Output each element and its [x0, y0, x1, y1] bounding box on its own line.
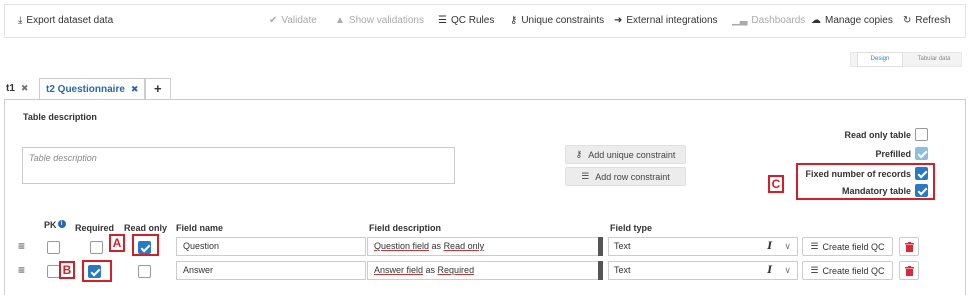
toolbar: ⤓ Export dataset data ✔ Validate ▲ Show … [4, 4, 966, 38]
table-description-label: Table description [23, 112, 97, 122]
download-icon: ⤓ [18, 14, 23, 26]
refresh-icon: ↻ [903, 14, 912, 26]
field-description-input[interactable]: Answer field as Required [367, 261, 599, 280]
tab-t2-questionnaire[interactable]: t2 Questionnaire ✖ [39, 78, 146, 100]
create-field-qc-button[interactable]: ☰ Create field QC [802, 261, 893, 280]
key-icon: ⚷ [575, 149, 583, 159]
create-field-qc-button[interactable]: ☰ Create field QC [802, 237, 893, 256]
refresh-button[interactable]: ↻ Refresh [903, 15, 950, 26]
field-type-select[interactable]: Text I ∨ [608, 237, 798, 256]
drag-handle-icon[interactable]: ≡ [18, 239, 25, 253]
export-dataset-button[interactable]: ⤓ Export dataset data [18, 15, 113, 26]
italic-icon: I [767, 241, 772, 252]
drag-handle-icon[interactable]: ≡ [18, 263, 25, 277]
resize-handle[interactable] [598, 237, 603, 256]
chevron-down-icon: ∨ [784, 265, 791, 275]
annotation-c-label: C [768, 175, 784, 193]
field-name-input[interactable]: Answer [176, 261, 366, 280]
chart-icon: ▁▃ [732, 14, 748, 26]
annotation-b-label: B [59, 261, 75, 279]
read-only-table-option: Read only table [844, 128, 928, 141]
trash-icon [904, 241, 914, 252]
trash-icon [904, 265, 914, 276]
add-unique-constraint-button[interactable]: ⚷ Add unique constraint [565, 145, 686, 164]
sliders-icon: ☰ [810, 265, 819, 275]
view-toggle: Design Tabular data [850, 52, 962, 67]
show-validations-button[interactable]: ▲ Show validations [335, 15, 424, 26]
close-icon[interactable]: ✖ [131, 84, 139, 94]
sliders-icon: ☰ [810, 241, 819, 251]
required-checkbox[interactable] [90, 241, 103, 254]
field-description-column-header: Field description [369, 223, 442, 233]
sliders-icon: ☰ [581, 171, 590, 181]
required-column-header: Required [75, 223, 115, 233]
qc-rules-button[interactable]: ☰ QC Rules [438, 15, 494, 26]
delete-field-button[interactable] [899, 261, 919, 280]
field-name-input[interactable]: Question [176, 237, 366, 256]
italic-icon: I [767, 265, 772, 276]
dashboards-button[interactable]: ▁▃ Dashboards [732, 15, 805, 26]
info-icon[interactable]: i [57, 220, 66, 228]
cloud-icon: ☁ [811, 14, 821, 26]
manage-copies-button[interactable]: ☁ Manage copies [811, 15, 893, 26]
field-type-column-header: Field type [610, 223, 653, 233]
pk-checkbox[interactable] [47, 241, 60, 254]
chevron-down-icon: ∨ [784, 241, 791, 251]
read-only-column-header: Read only [124, 223, 168, 233]
warning-icon: ▲ [335, 14, 345, 26]
design-view-button[interactable]: Design [857, 52, 903, 67]
key-icon: ⚷ [510, 14, 518, 26]
prefilled-checkbox[interactable] [915, 147, 928, 160]
field-description-input[interactable]: Question field as Read only [367, 237, 599, 256]
tab-t1[interactable]: t1 ✖ [6, 78, 28, 100]
read-only-table-checkbox[interactable] [915, 128, 928, 141]
close-icon[interactable]: ✖ [21, 83, 29, 93]
annotation-c-box [796, 163, 935, 200]
annotation-a-label: A [109, 234, 125, 252]
unique-constraints-button[interactable]: ⚷ Unique constraints [510, 15, 604, 26]
delete-field-button[interactable] [899, 237, 919, 256]
resize-handle[interactable] [598, 261, 603, 280]
table-description-input[interactable]: Table description [22, 147, 455, 184]
sign-in-icon: ➜ [614, 14, 623, 26]
add-row-constraint-button[interactable]: ☰ Add row constraint [565, 167, 686, 186]
pk-column-header: PK i [44, 220, 66, 230]
prefilled-option: Prefilled [875, 147, 928, 160]
field-name-column-header: Field name [176, 223, 224, 233]
check-circle-icon: ✔ [269, 14, 278, 26]
validate-button[interactable]: ✔ Validate [269, 15, 317, 26]
external-integrations-button[interactable]: ➜ External integrations [614, 15, 718, 26]
read-only-checkbox[interactable] [138, 265, 151, 278]
annotation-b-box [82, 260, 112, 282]
add-tab-button[interactable]: + [145, 78, 171, 100]
tabular-data-view-button[interactable]: Tabular data [907, 53, 961, 66]
annotation-a-box [132, 234, 159, 256]
sliders-icon: ☰ [438, 14, 447, 26]
field-type-select[interactable]: Text I ∨ [608, 261, 798, 280]
